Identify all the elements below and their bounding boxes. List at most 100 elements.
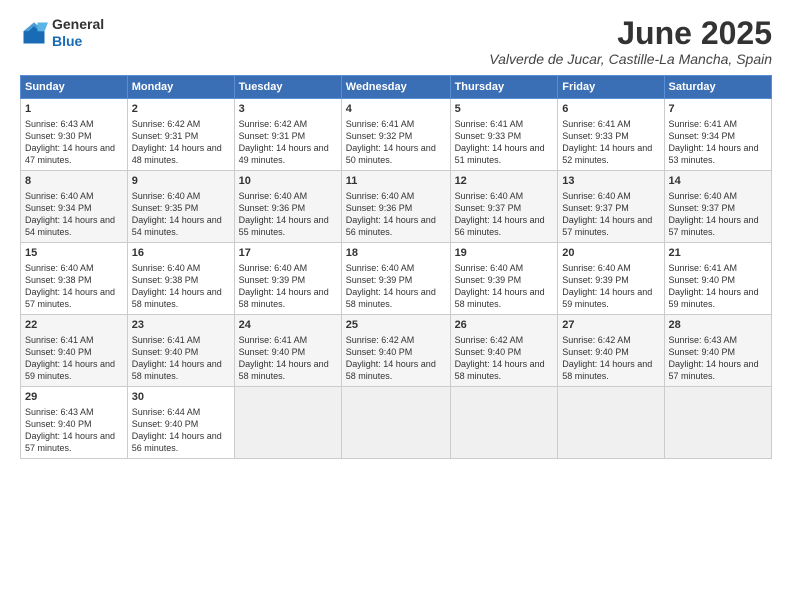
day-number: 28 xyxy=(669,318,767,333)
day-number: 11 xyxy=(346,174,446,189)
table-row: 12Sunrise: 6:40 AMSunset: 9:37 PMDayligh… xyxy=(450,171,558,243)
sunset-label: Sunset: 9:39 PM xyxy=(562,275,629,285)
calendar-table: Sunday Monday Tuesday Wednesday Thursday… xyxy=(20,75,772,459)
day-number: 21 xyxy=(669,246,767,261)
page: General Blue June 2025 Valverde de Jucar… xyxy=(0,0,792,612)
day-number: 29 xyxy=(25,390,123,405)
day-number: 30 xyxy=(132,390,230,405)
daylight-label: Daylight: 14 hours and 47 minutes. xyxy=(25,143,115,165)
daylight-label: Daylight: 14 hours and 58 minutes. xyxy=(562,359,652,381)
day-number: 13 xyxy=(562,174,659,189)
sunset-label: Sunset: 9:33 PM xyxy=(562,131,629,141)
sunrise-label: Sunrise: 6:40 AM xyxy=(669,191,738,201)
sunrise-label: Sunrise: 6:41 AM xyxy=(669,119,738,129)
main-title: June 2025 xyxy=(489,16,772,51)
daylight-label: Daylight: 14 hours and 49 minutes. xyxy=(239,143,329,165)
sunset-label: Sunset: 9:36 PM xyxy=(346,203,413,213)
daylight-label: Daylight: 14 hours and 53 minutes. xyxy=(669,143,759,165)
daylight-label: Daylight: 14 hours and 50 minutes. xyxy=(346,143,436,165)
sunset-label: Sunset: 9:40 PM xyxy=(669,275,736,285)
sunrise-label: Sunrise: 6:42 AM xyxy=(132,119,201,129)
col-friday: Friday xyxy=(558,76,664,99)
day-number: 4 xyxy=(346,102,446,117)
table-row xyxy=(558,387,664,459)
calendar-week-5: 29Sunrise: 6:43 AMSunset: 9:40 PMDayligh… xyxy=(21,387,772,459)
day-number: 9 xyxy=(132,174,230,189)
sunset-label: Sunset: 9:40 PM xyxy=(239,347,306,357)
sunset-label: Sunset: 9:40 PM xyxy=(132,419,199,429)
day-number: 19 xyxy=(455,246,554,261)
table-row: 17Sunrise: 6:40 AMSunset: 9:39 PMDayligh… xyxy=(234,243,341,315)
table-row: 1Sunrise: 6:43 AMSunset: 9:30 PMDaylight… xyxy=(21,99,128,171)
table-row xyxy=(341,387,450,459)
sunrise-label: Sunrise: 6:41 AM xyxy=(25,335,94,345)
daylight-label: Daylight: 14 hours and 54 minutes. xyxy=(132,215,222,237)
table-row: 20 Sunrise: 6:40 AM Sunset: 9:39 PM Dayligh… xyxy=(558,243,664,315)
calendar-week-2: 8Sunrise: 6:40 AMSunset: 9:34 PMDaylight… xyxy=(21,171,772,243)
sunrise-label: Sunrise: 6:42 AM xyxy=(346,335,415,345)
sunset-label: Sunset: 9:37 PM xyxy=(455,203,522,213)
day-number: 6 xyxy=(562,102,659,117)
table-row: 28Sunrise: 6:43 AMSunset: 9:40 PMDayligh… xyxy=(664,315,771,387)
table-row: 21Sunrise: 6:41 AMSunset: 9:40 PMDayligh… xyxy=(664,243,771,315)
day-number: 18 xyxy=(346,246,446,261)
col-tuesday: Tuesday xyxy=(234,76,341,99)
logo-text: General Blue xyxy=(52,16,104,50)
daylight-label: Daylight: 14 hours and 59 minutes. xyxy=(669,287,759,309)
daylight-label: Daylight: 14 hours and 55 minutes. xyxy=(239,215,329,237)
sunrise-label: Sunrise: 6:43 AM xyxy=(25,119,94,129)
day-number: 20 xyxy=(562,246,659,261)
daylight-label: Daylight: 14 hours and 59 minutes. xyxy=(562,287,652,309)
daylight-label: Daylight: 14 hours and 56 minutes. xyxy=(455,215,545,237)
table-row: 26Sunrise: 6:42 AMSunset: 9:40 PMDayligh… xyxy=(450,315,558,387)
table-row xyxy=(664,387,771,459)
day-number: 10 xyxy=(239,174,337,189)
daylight-label: Daylight: 14 hours and 51 minutes. xyxy=(455,143,545,165)
daylight-label: Daylight: 14 hours and 57 minutes. xyxy=(25,287,115,309)
sunset-label: Sunset: 9:36 PM xyxy=(239,203,306,213)
daylight-label: Daylight: 14 hours and 58 minutes. xyxy=(346,287,436,309)
sunset-label: Sunset: 9:40 PM xyxy=(669,347,736,357)
sunrise-label: Sunrise: 6:41 AM xyxy=(455,119,524,129)
sunrise-label: Sunrise: 6:40 AM xyxy=(239,263,308,273)
sunrise-label: Sunrise: 6:40 AM xyxy=(562,263,631,273)
sunrise-label: Sunrise: 6:40 AM xyxy=(346,263,415,273)
day-number: 26 xyxy=(455,318,554,333)
sunset-label: Sunset: 9:40 PM xyxy=(455,347,522,357)
day-number: 3 xyxy=(239,102,337,117)
sunset-label: Sunset: 9:39 PM xyxy=(346,275,413,285)
table-row: 30 Sunrise: 6:44 AM Sunset: 9:40 PM Dayligh… xyxy=(127,387,234,459)
sunset-label: Sunset: 9:38 PM xyxy=(25,275,92,285)
sunset-label: Sunset: 9:31 PM xyxy=(239,131,306,141)
day-number: 12 xyxy=(455,174,554,189)
logo: General Blue xyxy=(20,16,104,50)
table-row: 14Sunrise: 6:40 AMSunset: 9:37 PMDayligh… xyxy=(664,171,771,243)
day-number: 24 xyxy=(239,318,337,333)
sunrise-label: Sunrise: 6:41 AM xyxy=(239,335,308,345)
col-monday: Monday xyxy=(127,76,234,99)
daylight-label: Daylight: 14 hours and 58 minutes. xyxy=(455,287,545,309)
daylight-label: Daylight: 14 hours and 59 minutes. xyxy=(25,359,115,381)
sunrise-label: Sunrise: 6:40 AM xyxy=(25,191,94,201)
daylight-label: Daylight: 14 hours and 58 minutes. xyxy=(346,359,436,381)
col-saturday: Saturday xyxy=(664,76,771,99)
sunset-label: Sunset: 9:37 PM xyxy=(562,203,629,213)
title-block: June 2025 Valverde de Jucar, Castille-La… xyxy=(489,16,772,67)
col-wednesday: Wednesday xyxy=(341,76,450,99)
table-row: 13Sunrise: 6:40 AMSunset: 9:37 PMDayligh… xyxy=(558,171,664,243)
daylight-label: Daylight: 14 hours and 57 minutes. xyxy=(562,215,652,237)
table-row: 25Sunrise: 6:42 AMSunset: 9:40 PMDayligh… xyxy=(341,315,450,387)
sunrise-label: Sunrise: 6:44 AM xyxy=(132,407,201,417)
daylight-label: Daylight: 14 hours and 56 minutes. xyxy=(132,431,222,453)
sunrise-label: Sunrise: 6:43 AM xyxy=(669,335,738,345)
sunrise-label: Sunrise: 6:41 AM xyxy=(346,119,415,129)
sunset-label: Sunset: 9:39 PM xyxy=(239,275,306,285)
subtitle: Valverde de Jucar, Castille-La Mancha, S… xyxy=(489,51,772,67)
table-row: 15Sunrise: 6:40 AMSunset: 9:38 PMDayligh… xyxy=(21,243,128,315)
sunset-label: Sunset: 9:40 PM xyxy=(562,347,629,357)
sunrise-label: Sunrise: 6:40 AM xyxy=(132,263,201,273)
sunset-label: Sunset: 9:40 PM xyxy=(346,347,413,357)
daylight-label: Daylight: 14 hours and 58 minutes. xyxy=(132,287,222,309)
logo-icon xyxy=(20,19,48,47)
header-row: Sunday Monday Tuesday Wednesday Thursday… xyxy=(21,76,772,99)
